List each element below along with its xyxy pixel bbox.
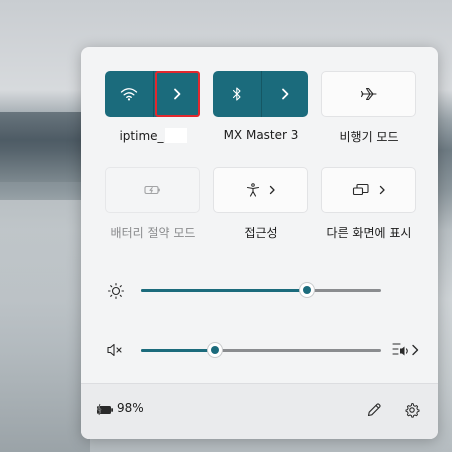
brightness-slider-thumb[interactable] <box>299 283 314 297</box>
chevron-right-icon <box>280 88 290 100</box>
wallpaper-band <box>0 112 90 182</box>
brightness-icon <box>107 282 125 300</box>
bluetooth-toggle-button[interactable] <box>213 71 261 117</box>
bluetooth-expand-button[interactable] <box>262 71 308 117</box>
cast-icon <box>352 183 370 197</box>
brightness-slider[interactable] <box>141 283 381 297</box>
accessibility-tile[interactable] <box>213 167 308 213</box>
redacted-network-name <box>164 128 187 143</box>
bluetooth-tile <box>213 71 308 117</box>
airplane-mode-label: 비행기 모드 <box>339 130 399 144</box>
volume-slider-thumb[interactable] <box>208 343 223 357</box>
chevron-right-icon <box>378 185 386 195</box>
battery-percent[interactable]: 98% <box>117 401 144 415</box>
chevron-right-icon <box>268 185 276 195</box>
battery-saver-icon <box>143 184 163 196</box>
battery-saver-label: 배터리 절약 모드 <box>110 226 196 240</box>
volume-slider[interactable] <box>141 343 381 357</box>
bluetooth-icon <box>232 86 242 102</box>
wifi-icon <box>120 87 138 101</box>
quick-settings-footer: 98% <box>81 383 438 439</box>
highlight-box <box>155 71 200 117</box>
battery-charging-icon[interactable] <box>95 403 115 417</box>
wifi-label: iptime_ <box>93 128 213 143</box>
cast-label: 다른 화면에 표시 <box>326 226 412 240</box>
bluetooth-label: MX Master 3 <box>223 128 299 142</box>
accessibility-label: 접근성 <box>244 226 278 240</box>
brightness-slider-fill <box>141 289 307 292</box>
wallpaper-band-lower <box>0 200 90 452</box>
wifi-tile <box>105 71 200 117</box>
accessibility-icon <box>246 183 260 197</box>
airplane-mode-tile[interactable] <box>321 71 416 117</box>
volume-slider-fill <box>141 349 216 352</box>
gear-icon[interactable] <box>403 401 421 419</box>
audio-output-icon[interactable] <box>391 341 421 359</box>
pencil-icon[interactable] <box>365 401 383 419</box>
battery-saver-tile[interactable] <box>105 167 200 213</box>
quick-settings-panel: iptime_ MX Master 3 비행기 모드 배터리 절약 모드 접근성… <box>81 47 438 439</box>
wifi-toggle-button[interactable] <box>105 71 153 117</box>
cast-tile[interactable] <box>321 167 416 213</box>
volume-muted-icon <box>106 342 124 358</box>
airplane-icon <box>360 87 378 101</box>
